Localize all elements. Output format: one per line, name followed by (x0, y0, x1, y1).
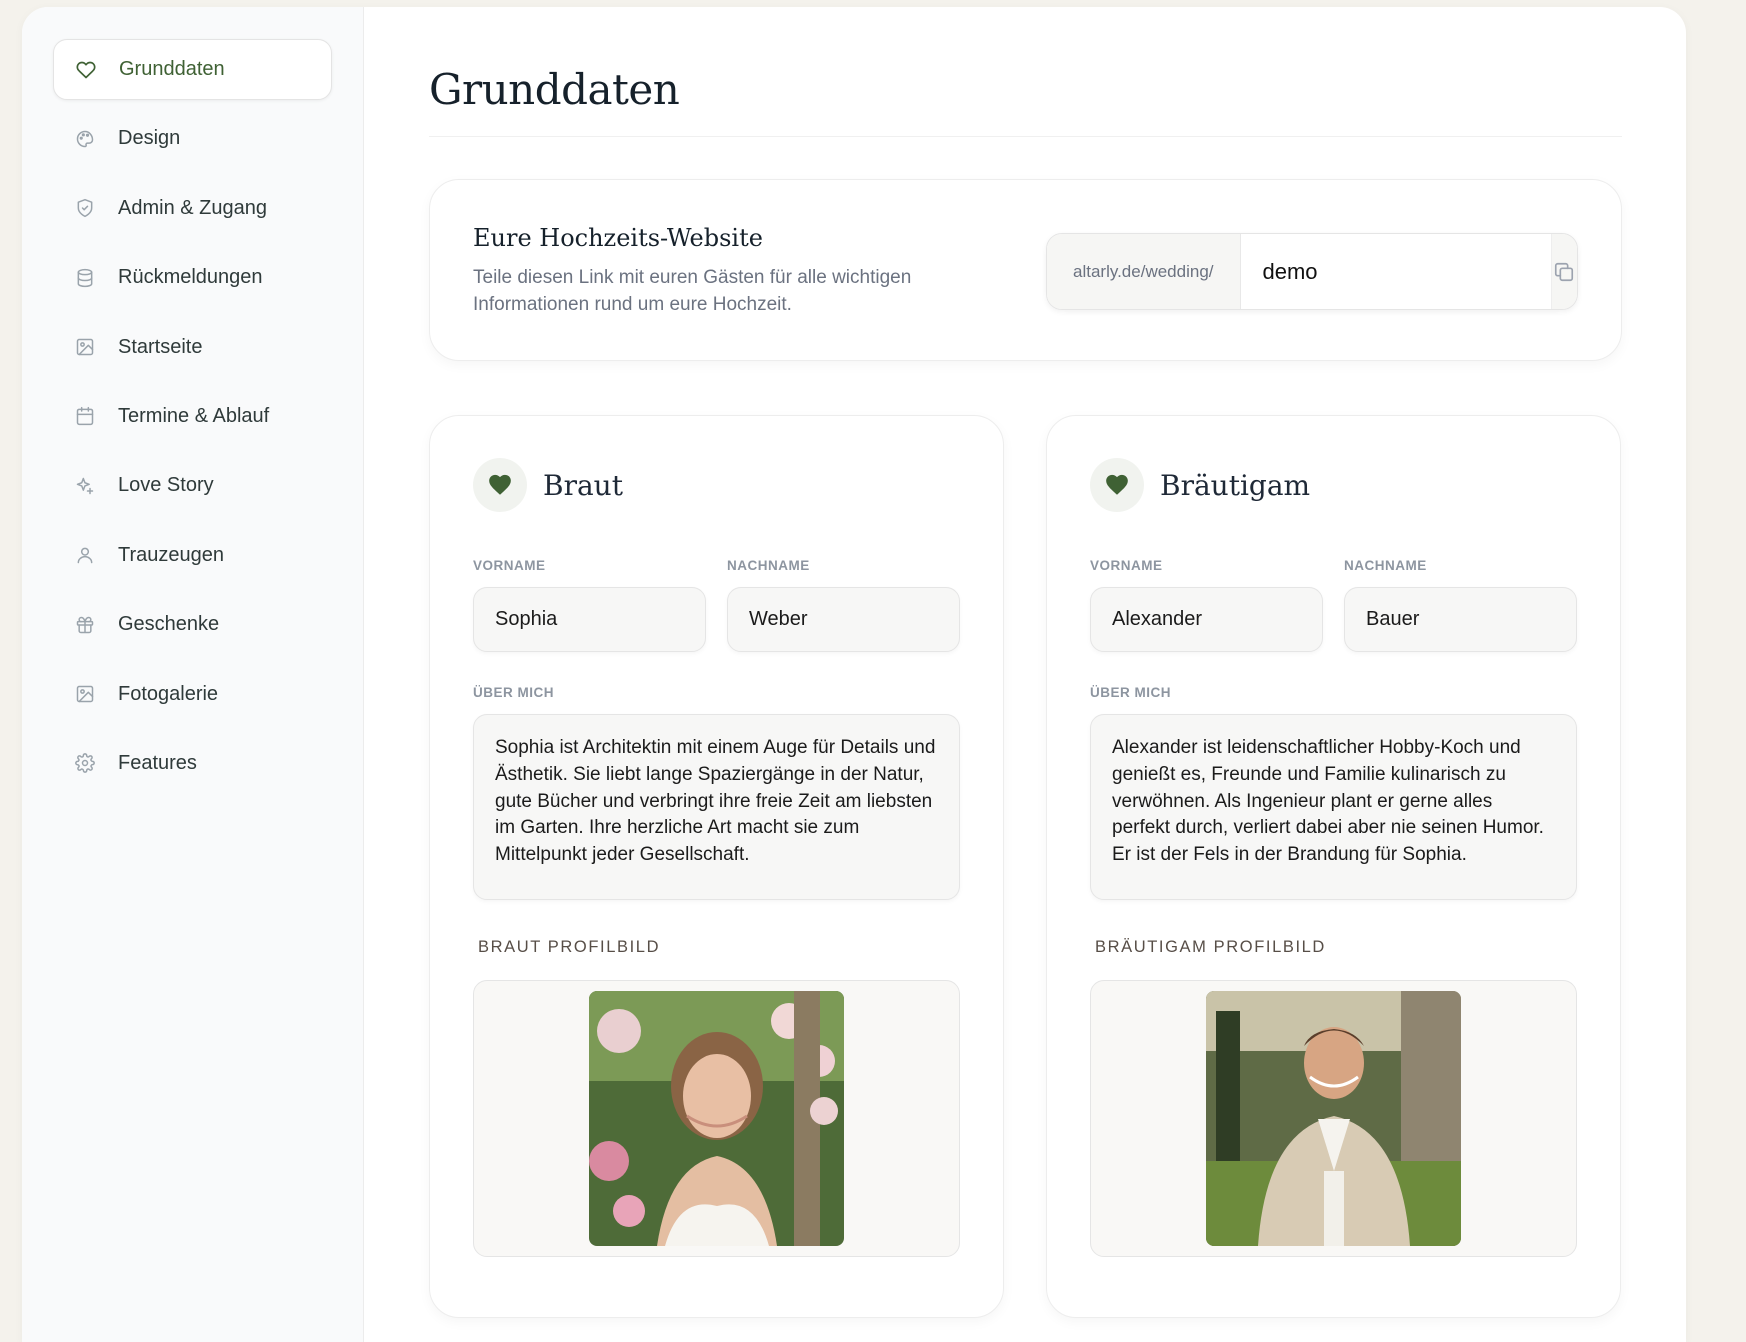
groom-header: Bräutigam (1090, 458, 1577, 512)
gift-icon (74, 614, 96, 636)
sidebar-item-startseite[interactable]: Startseite (53, 317, 332, 378)
heart-icon (473, 458, 527, 512)
groom-first-name-field: Vorname (1090, 558, 1323, 652)
sidebar-item-label: Love Story (118, 474, 214, 497)
bride-about-field: Über mich Sophia ist Architektin mit ein… (473, 685, 960, 905)
website-info: Eure Hochzeits-Website Teile diesen Link… (473, 224, 943, 318)
sidebar-item-label: Fotogalerie (118, 682, 219, 705)
app-window: Grunddaten Design Admin & Zugang Rückmel… (22, 7, 1686, 1342)
page-title: Grunddaten (429, 65, 1622, 137)
groom-name-row: Vorname Nachname (1090, 558, 1577, 652)
sidebar-item-fotogalerie[interactable]: Fotogalerie (53, 664, 332, 725)
groom-about-textarea[interactable]: Alexander ist leidenschaftlicher Hobby-K… (1090, 714, 1577, 900)
groom-title: Bräutigam (1160, 468, 1311, 502)
first-name-label: Vorname (473, 558, 546, 573)
sidebar-item-termine[interactable]: Termine & Ablauf (53, 386, 332, 447)
first-name-label: Vorname (1090, 558, 1163, 573)
image-icon (74, 683, 96, 705)
sidebar-item-label: Features (118, 751, 197, 774)
sidebar-item-trauzeugen[interactable]: Trauzeugen (53, 525, 332, 586)
groom-photo-label: Bräutigam Profilbild (1095, 938, 1326, 956)
sidebar-item-design[interactable]: Design (53, 108, 332, 169)
sidebar-item-label: Trauzeugen (118, 543, 224, 566)
about-label: Über mich (1090, 685, 1171, 700)
website-link-card: Eure Hochzeits-Website Teile diesen Link… (429, 179, 1622, 361)
sparkles-icon (74, 475, 96, 497)
groom-last-name-input[interactable] (1344, 587, 1577, 652)
groom-about-field: Über mich Alexander ist leidenschaftlich… (1090, 685, 1577, 905)
slug-input[interactable] (1240, 234, 1551, 309)
bride-header: Braut (473, 458, 960, 512)
bride-about-textarea[interactable]: Sophia ist Architektin mit einem Auge fü… (473, 714, 960, 900)
gear-icon (74, 752, 96, 774)
calendar-icon (74, 405, 96, 427)
sidebar-item-grunddaten[interactable]: Grunddaten (53, 39, 332, 100)
bride-first-name-input[interactable] (473, 587, 706, 652)
bride-photo-label: Braut Profilbild (478, 938, 661, 956)
sidebar-item-label: Termine & Ablauf (118, 404, 270, 427)
sidebar-item-rueckmeldungen[interactable]: Rückmeldungen (53, 247, 332, 308)
groom-card: Bräutigam Vorname Nachname Über mich Ale… (1046, 415, 1621, 1318)
bride-card: Braut Vorname Nachname Über mich Sophia … (429, 415, 1004, 1318)
sidebar-item-features[interactable]: Features (53, 733, 332, 794)
groom-profile-photo[interactable] (1206, 991, 1461, 1246)
heart-icon (1090, 458, 1144, 512)
image-icon (74, 336, 96, 358)
bride-profile-photo[interactable] (589, 991, 844, 1246)
copy-link-button[interactable] (1550, 234, 1577, 309)
heart-icon (75, 59, 97, 81)
url-prefix: altarly.de/wedding/ (1047, 234, 1241, 309)
bride-photo-dropzone[interactable] (473, 980, 960, 1257)
sidebar-item-label: Design (118, 127, 181, 150)
website-description: Teile diesen Link mit euren Gästen für a… (473, 267, 912, 315)
bride-last-name-field: Nachname (727, 558, 960, 652)
website-url-field: altarly.de/wedding/ (1046, 233, 1578, 310)
groom-photo-dropzone[interactable] (1090, 980, 1577, 1257)
couple-section: Braut Vorname Nachname Über mich Sophia … (429, 415, 1622, 1318)
last-name-label: Nachname (727, 558, 810, 573)
sidebar-item-label: Admin & Zugang (118, 196, 267, 219)
groom-first-name-input[interactable] (1090, 587, 1323, 652)
about-label: Über mich (473, 685, 554, 700)
main-content: Grunddaten Eure Hochzeits-Website Teile … (364, 7, 1686, 1342)
copy-icon (1553, 261, 1575, 283)
bride-name-row: Vorname Nachname (473, 558, 960, 652)
last-name-label: Nachname (1344, 558, 1427, 573)
sidebar-item-label: Grunddaten (119, 58, 225, 80)
sidebar: Grunddaten Design Admin & Zugang Rückmel… (22, 7, 364, 1342)
sidebar-item-label: Geschenke (118, 613, 220, 636)
sidebar-item-admin[interactable]: Admin & Zugang (53, 178, 332, 239)
bride-first-name-field: Vorname (473, 558, 706, 652)
bride-title: Braut (543, 468, 623, 502)
website-title: Eure Hochzeits-Website (473, 224, 763, 252)
database-icon (74, 267, 96, 289)
user-icon (74, 544, 96, 566)
sidebar-item-geschenke[interactable]: Geschenke (53, 594, 332, 655)
sidebar-item-label: Rückmeldungen (118, 266, 263, 289)
bride-last-name-input[interactable] (727, 587, 960, 652)
sidebar-item-label: Startseite (118, 335, 203, 358)
shield-icon (74, 197, 96, 219)
palette-icon (74, 128, 96, 150)
sidebar-item-love-story[interactable]: Love Story (53, 455, 332, 516)
groom-last-name-field: Nachname (1344, 558, 1577, 652)
